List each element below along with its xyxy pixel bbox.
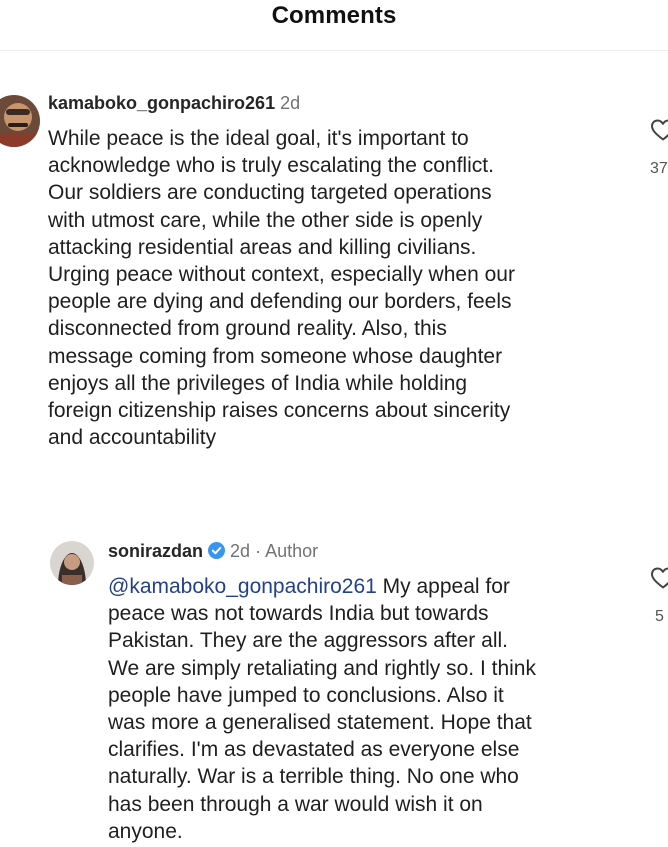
comment-time: 2d (280, 93, 301, 113)
comment-line: was more a generalised statement. Hope t… (108, 711, 532, 735)
like-count: 5 (655, 608, 664, 625)
like-button[interactable] (650, 118, 668, 147)
comment-line: enjoys all the privileges of India while… (48, 371, 468, 395)
comment-text: While peace is the ideal goal, it's impo… (48, 125, 515, 451)
verified-badge-icon (208, 542, 226, 564)
comment-username[interactable]: sonirazdan (108, 541, 203, 561)
comment-time: 2d (230, 541, 251, 561)
comment-meta: kamaboko_gonpachiro261 2d (48, 93, 300, 114)
comment-line-rest: My appeal for (376, 575, 510, 598)
comment-line: has been through a war would wish it on (108, 792, 483, 816)
comment-line: peace was not towards India but towards (108, 602, 489, 626)
comment-line: Urging peace without context, especially… (48, 263, 515, 287)
comment-line: disconnected from ground reality. Also, … (48, 317, 447, 341)
comment-line: While peace is the ideal goal, it's impo… (48, 127, 469, 150)
avatar[interactable] (50, 541, 94, 585)
comment-line: attacking residential areas and killing … (48, 235, 477, 259)
comment-meta: sonirazdan 2d · Author (108, 541, 318, 564)
comment-username[interactable]: kamaboko_gonpachiro261 (48, 93, 275, 113)
comment-line: foreign citizenship raises concerns abou… (48, 399, 511, 423)
like-count: 37 (650, 160, 668, 177)
comment-line: Pakistan. They are the aggressors after … (108, 629, 508, 653)
comment-text: @kamaboko_gonpachiro261 My appeal for pe… (108, 573, 536, 845)
mention-link[interactable]: @kamaboko_gonpachiro261 (108, 575, 377, 598)
page-title: Comments (271, 2, 397, 29)
avatar[interactable] (0, 95, 40, 147)
header-divider (0, 50, 668, 51)
comment-line: people have jumped to conclusions. Also … (108, 683, 504, 707)
comment-line: and accountability (48, 426, 217, 450)
comment-line: people are dying and defending our borde… (48, 290, 512, 314)
heart-outline-icon (651, 567, 668, 589)
heart-outline-icon (651, 119, 668, 141)
comment-line: naturally. War is a terrible thing. No o… (108, 765, 519, 789)
comment-line: acknowledge who is truly escalating the … (48, 154, 494, 178)
comment-line: We are simply retaliating and rightly so… (108, 656, 536, 680)
like-button[interactable] (650, 566, 668, 595)
comment-line: message coming from someone whose daught… (48, 344, 503, 368)
comments-header: Comments (0, 0, 668, 40)
comments-screen: Comments kamaboko_gonpachiro261 2d While … (0, 0, 668, 847)
comment-line: with utmost care, while the other side i… (48, 208, 483, 232)
comment-line: Our soldiers are conducting targeted ope… (48, 181, 492, 205)
comment-line: @kamaboko_gonpachiro261 My appeal for (108, 573, 536, 600)
comment-line: anyone. (108, 819, 183, 843)
author-tag: · Author (255, 541, 319, 561)
comment-line: clarifies. I'm as devastated as everyone… (108, 738, 520, 762)
